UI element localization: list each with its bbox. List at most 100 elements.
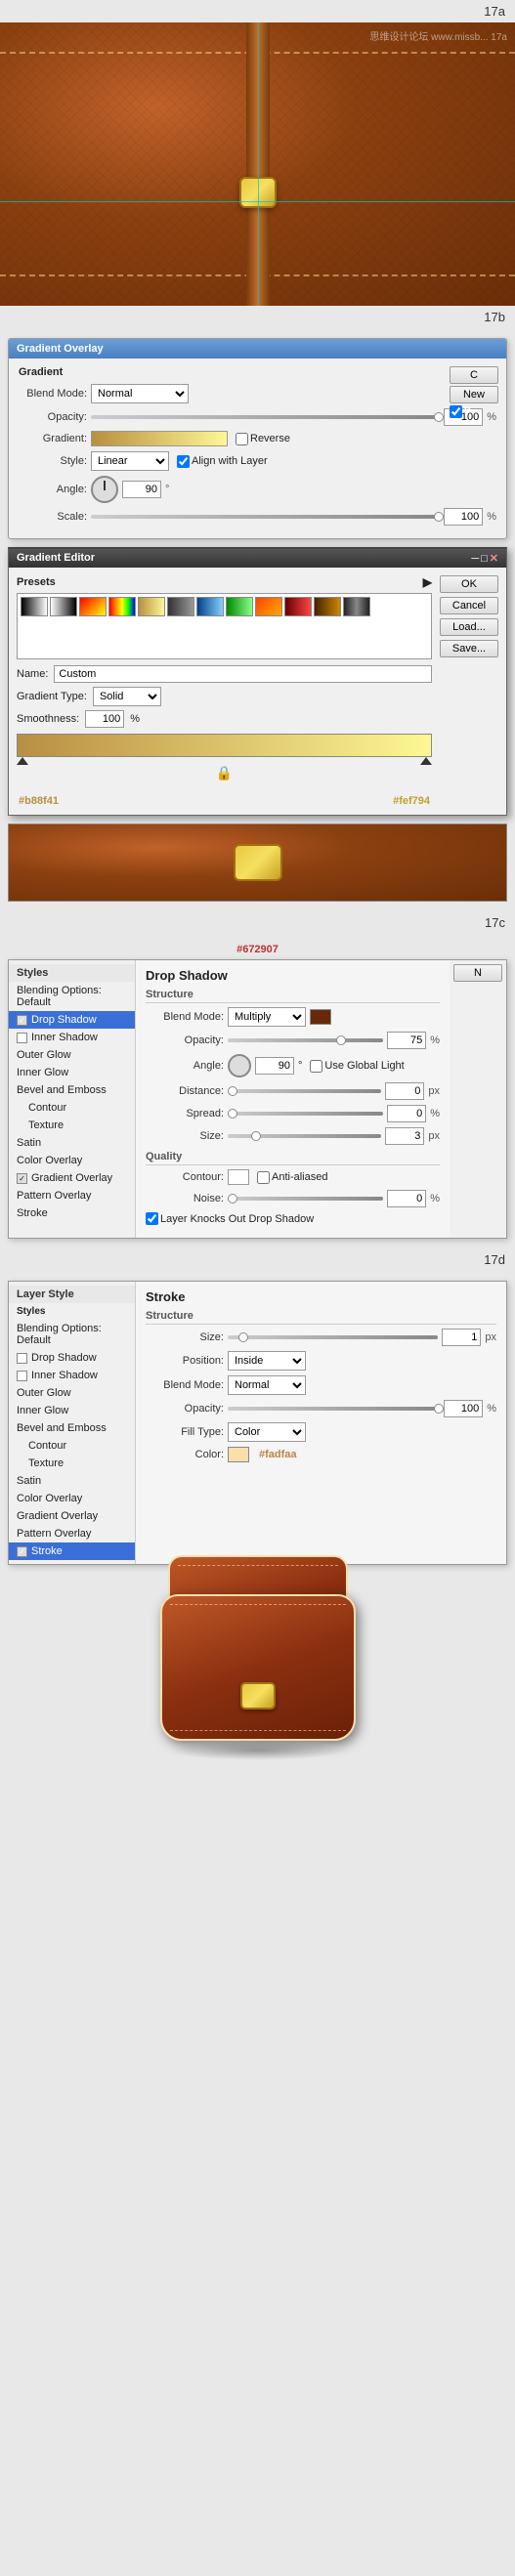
gradient-type-select[interactable]: Solid bbox=[93, 687, 161, 706]
ls-drop-shadow-checkbox[interactable] bbox=[17, 1353, 27, 1364]
angle-input[interactable] bbox=[122, 481, 161, 498]
ds-angle-dial[interactable] bbox=[228, 1054, 251, 1077]
sidebar-contour[interactable]: Contour bbox=[9, 1099, 135, 1117]
align-label[interactable]: Align with Layer bbox=[177, 455, 268, 468]
ds-distance-slider[interactable] bbox=[228, 1089, 381, 1093]
ds-size-slider[interactable] bbox=[228, 1134, 381, 1138]
ds-color-chip[interactable] bbox=[310, 1009, 331, 1025]
preset-11[interactable] bbox=[314, 597, 341, 616]
stroke-blend-select[interactable]: Normal bbox=[228, 1375, 306, 1395]
gradient-bar[interactable] bbox=[17, 734, 432, 757]
ls-drop-shadow-17d[interactable]: Drop Shadow bbox=[9, 1349, 135, 1367]
stroke-size-slider[interactable] bbox=[228, 1335, 438, 1339]
ls-inner-shadow-checkbox[interactable] bbox=[17, 1371, 27, 1381]
name-input[interactable] bbox=[54, 665, 432, 683]
cancel-button[interactable]: Cancel bbox=[440, 597, 498, 614]
ds-spread-input[interactable] bbox=[387, 1105, 426, 1122]
reverse-checkbox[interactable] bbox=[236, 433, 248, 445]
sidebar-drop-shadow[interactable]: ✓ Drop Shadow bbox=[9, 1011, 135, 1029]
ds-angle-input[interactable] bbox=[255, 1057, 294, 1075]
sidebar-gradient-overlay-item[interactable]: ✓ Gradient Overlay bbox=[9, 1169, 135, 1187]
sidebar-color-overlay[interactable]: Color Overlay bbox=[9, 1152, 135, 1169]
ls-texture-17d[interactable]: Texture bbox=[9, 1455, 135, 1472]
preset-9[interactable] bbox=[255, 597, 282, 616]
sidebar-texture[interactable]: Texture bbox=[9, 1117, 135, 1134]
ls-inner-shadow-17d[interactable]: Inner Shadow bbox=[9, 1367, 135, 1384]
ds-opacity-input[interactable] bbox=[387, 1032, 426, 1049]
ls-outer-glow-17d[interactable]: Outer Glow bbox=[9, 1384, 135, 1402]
sidebar-stroke[interactable]: Stroke bbox=[9, 1204, 135, 1222]
stroke-color-chip[interactable] bbox=[228, 1447, 249, 1462]
opacity-slider[interactable] bbox=[91, 415, 440, 419]
ds-anti-alias-label[interactable]: Anti-aliased bbox=[257, 1171, 327, 1184]
style-select[interactable]: Linear bbox=[91, 451, 169, 471]
ok-button[interactable]: OK bbox=[440, 575, 498, 593]
new-button[interactable]: New bbox=[450, 386, 498, 403]
ds-anti-alias-checkbox[interactable] bbox=[257, 1171, 270, 1184]
ls-satin-17d[interactable]: Satin bbox=[9, 1472, 135, 1490]
ds-global-light-checkbox[interactable] bbox=[310, 1060, 322, 1073]
p-checkbox[interactable] bbox=[450, 405, 462, 418]
stroke-position-select[interactable]: Inside bbox=[228, 1351, 306, 1371]
ls-stroke-checkbox[interactable]: ✓ bbox=[17, 1546, 27, 1557]
preset-2[interactable] bbox=[50, 597, 77, 616]
save-button[interactable]: Save... bbox=[440, 640, 498, 657]
gradient-stop-right[interactable] bbox=[420, 757, 432, 765]
ds-n-button[interactable]: N bbox=[453, 964, 502, 982]
preset-12[interactable] bbox=[343, 597, 370, 616]
ds-size-input[interactable] bbox=[385, 1127, 424, 1145]
gradient-swatch[interactable] bbox=[91, 431, 228, 446]
stroke-opacity-slider[interactable] bbox=[228, 1407, 440, 1411]
gradient-overlay-checkbox[interactable]: ✓ bbox=[17, 1173, 27, 1184]
ls-inner-glow-17d[interactable]: Inner Glow bbox=[9, 1402, 135, 1419]
sidebar-satin[interactable]: Satin bbox=[9, 1134, 135, 1152]
ls-color-overlay-17d[interactable]: Color Overlay bbox=[9, 1490, 135, 1507]
ds-blend-select[interactable]: Multiply bbox=[228, 1007, 306, 1027]
reverse-label[interactable]: Reverse bbox=[236, 433, 290, 445]
ds-knockout-label[interactable]: Layer Knocks Out Drop Shadow bbox=[146, 1212, 314, 1225]
preset-5[interactable] bbox=[138, 597, 165, 616]
close-icon[interactable]: ✕ bbox=[490, 552, 498, 565]
ls-gradient-overlay-17d[interactable]: Gradient Overlay bbox=[9, 1507, 135, 1525]
maximize-icon[interactable]: □ bbox=[481, 553, 488, 565]
presets-arrow[interactable]: ▶ bbox=[423, 575, 432, 589]
ds-global-light-label[interactable]: Use Global Light bbox=[310, 1060, 404, 1073]
preset-7[interactable] bbox=[196, 597, 224, 616]
ds-opacity-slider[interactable] bbox=[228, 1038, 383, 1042]
ds-noise-input[interactable] bbox=[387, 1190, 426, 1207]
inner-shadow-checkbox[interactable] bbox=[17, 1033, 27, 1043]
drop-shadow-checkbox[interactable]: ✓ bbox=[17, 1015, 27, 1026]
ls-bevel-emboss-17d[interactable]: Bevel and Emboss bbox=[9, 1419, 135, 1437]
ds-knockout-checkbox[interactable] bbox=[146, 1212, 158, 1225]
preset-3[interactable] bbox=[79, 597, 107, 616]
sidebar-blending-options[interactable]: Blending Options: Default bbox=[9, 982, 135, 1011]
minimize-icon[interactable]: ─ bbox=[471, 553, 479, 565]
sidebar-pattern-overlay[interactable]: Pattern Overlay bbox=[9, 1187, 135, 1204]
gradient-stop-left[interactable] bbox=[17, 757, 28, 765]
sidebar-outer-glow[interactable]: Outer Glow bbox=[9, 1046, 135, 1064]
blend-mode-select[interactable]: Normal bbox=[91, 384, 189, 403]
stroke-fill-type-select[interactable]: Color bbox=[228, 1422, 306, 1442]
sidebar-inner-shadow[interactable]: Inner Shadow bbox=[9, 1029, 135, 1046]
ls-stroke-17d[interactable]: ✓ Stroke bbox=[9, 1542, 135, 1560]
ds-noise-slider[interactable] bbox=[228, 1197, 383, 1201]
preset-10[interactable] bbox=[284, 597, 312, 616]
stroke-size-input[interactable] bbox=[442, 1329, 481, 1346]
sidebar-inner-glow[interactable]: Inner Glow bbox=[9, 1064, 135, 1081]
c-button[interactable]: C bbox=[450, 366, 498, 384]
ds-distance-input[interactable] bbox=[385, 1082, 424, 1100]
angle-dial[interactable] bbox=[91, 476, 118, 503]
ds-contour-thumb[interactable] bbox=[228, 1169, 249, 1185]
preset-6[interactable] bbox=[167, 597, 194, 616]
scale-slider[interactable] bbox=[91, 515, 440, 519]
sidebar-bevel-emboss[interactable]: Bevel and Emboss bbox=[9, 1081, 135, 1099]
load-button[interactable]: Load... bbox=[440, 618, 498, 636]
ls-contour-17d[interactable]: Contour bbox=[9, 1437, 135, 1455]
ls-pattern-overlay-17d[interactable]: Pattern Overlay bbox=[9, 1525, 135, 1542]
smoothness-input[interactable] bbox=[85, 710, 124, 728]
scale-input[interactable] bbox=[444, 508, 483, 526]
preset-1[interactable] bbox=[21, 597, 48, 616]
ds-spread-slider[interactable] bbox=[228, 1112, 383, 1116]
ls-blending-options-17d[interactable]: Blending Options: Default bbox=[9, 1320, 135, 1349]
stroke-opacity-input[interactable] bbox=[444, 1400, 483, 1417]
